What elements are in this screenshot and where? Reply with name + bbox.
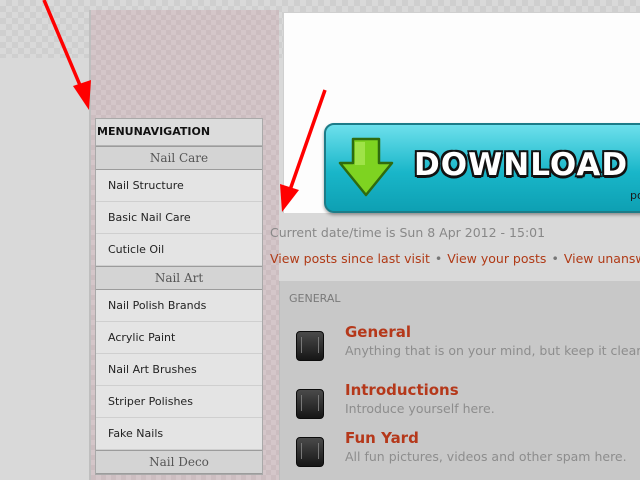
menu-category-nail-deco: Nail Deco [96,450,262,474]
view-new-posts-link[interactable]: View posts since last visit [270,251,430,266]
forum-description: Introduce yourself here. [345,401,495,416]
quick-links: View posts since last visit • View your po… [270,251,640,266]
menu-category-nail-art: Nail Art [96,266,262,290]
menu-item-nail-structure[interactable]: Nail Structure [96,170,262,202]
forum-description: Anything that is on your mind, but keep … [345,343,640,358]
menu-item-acrylic-paint[interactable]: Acrylic Paint [96,322,262,354]
forum-title-fun-yard[interactable]: Fun Yard [345,429,419,447]
menu-item-basic-nail-care[interactable]: Basic Nail Care [96,202,262,234]
forum-title-introductions[interactable]: Introductions [345,381,459,399]
navigation-menu: MENUNAVIGATION Nail Care Nail Structure … [95,118,263,475]
current-datetime: Current date/time is Sun 8 Apr 2012 - 15… [270,225,546,240]
download-label: DOWNLOAD N [414,147,640,183]
download-arrow-icon [338,137,394,197]
forum-title-general[interactable]: General [345,323,411,341]
view-your-posts-link[interactable]: View your posts [447,251,546,266]
forum-status-icon [296,331,324,361]
menu-item-striper-polishes[interactable]: Striper Polishes [96,386,262,418]
link-separator: • [434,251,443,266]
menu-title: MENUNAVIGATION [96,119,262,146]
forum-description: All fun pictures, videos and other spam … [345,449,627,464]
section-title: GENERAL [289,292,341,305]
menu-item-fake-nails[interactable]: Fake Nails [96,418,262,450]
menu-category-nail-care: Nail Care [96,146,262,170]
view-unanswered-link[interactable]: View unansw [564,251,640,266]
download-button[interactable]: DOWNLOAD N po [324,123,640,213]
forum-status-icon [296,437,324,467]
link-separator: • [551,251,559,266]
forum-status-icon [296,389,324,419]
menu-item-cuticle-oil[interactable]: Cuticle Oil [96,234,262,266]
menu-item-nail-polish-brands[interactable]: Nail Polish Brands [96,290,262,322]
menu-item-nail-art-brushes[interactable]: Nail Art Brushes [96,354,262,386]
download-sub-label: po [630,189,640,202]
